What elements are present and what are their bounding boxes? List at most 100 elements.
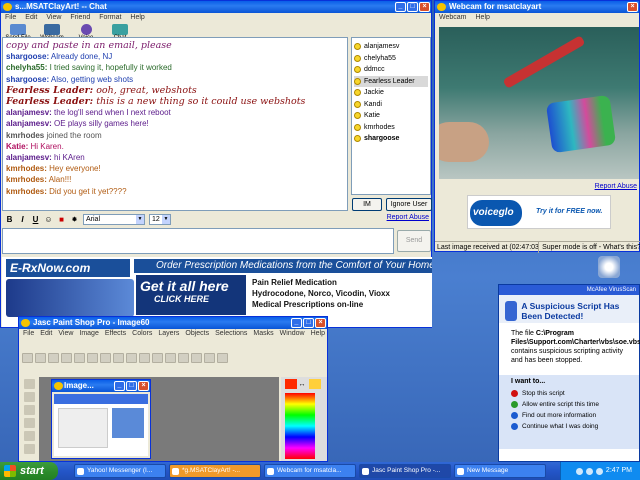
image60-titlebar[interactable]: Image... _ □ ×: [52, 380, 150, 392]
task-paint-shop-pro[interactable]: Jasc Paint Shop Pro -...: [359, 464, 451, 478]
task-new-message[interactable]: New Message: [454, 464, 546, 478]
report-abuse-link[interactable]: Report Abuse: [387, 214, 429, 221]
menu-help[interactable]: Help: [130, 13, 144, 23]
send-button[interactable]: Send: [397, 230, 431, 252]
report-abuse-link[interactable]: Report Abuse: [595, 183, 637, 190]
start-button[interactable]: start: [0, 462, 58, 480]
bold-button[interactable]: B: [5, 215, 14, 224]
allow-script-option[interactable]: Allow entire script this time: [511, 399, 627, 410]
background-color-swatch[interactable]: [309, 379, 321, 389]
new-icon[interactable]: [22, 353, 33, 363]
crop-icon[interactable]: [23, 418, 35, 428]
paste-icon[interactable]: [126, 353, 137, 363]
tray-icon[interactable]: [575, 467, 583, 475]
menu-objects[interactable]: Objects: [185, 329, 209, 351]
menu-help[interactable]: Help: [476, 13, 490, 23]
psp-titlebar[interactable]: Jasc Paint Shop Pro - Image60 _ □ ×: [19, 317, 327, 329]
move-icon[interactable]: [23, 431, 35, 441]
message-author[interactable]: Fearless Leader:: [6, 96, 93, 107]
swap-colors-icon[interactable]: ↔: [297, 381, 307, 389]
message-author[interactable]: chelyha55:: [6, 63, 47, 72]
message-author[interactable]: kmrhodes:: [6, 164, 47, 173]
ad-cta[interactable]: Get it all here CLICK HERE: [136, 275, 246, 315]
continue-option[interactable]: Continue what I was doing: [511, 421, 627, 432]
user-list-item[interactable]: chelyha55: [354, 53, 428, 65]
print-icon[interactable]: [61, 353, 72, 363]
size-select[interactable]: 12 ▼: [149, 213, 171, 225]
arrow-icon[interactable]: [23, 379, 35, 389]
open-icon[interactable]: [35, 353, 46, 363]
message-author[interactable]: kmrhodes:: [6, 187, 47, 196]
maximize-button[interactable]: □: [126, 381, 137, 391]
screen-icon[interactable]: [139, 353, 150, 363]
message-author[interactable]: shargoose:: [6, 75, 49, 84]
user-list-item[interactable]: Katie: [354, 110, 428, 122]
color-palette[interactable]: ↔: [281, 377, 327, 461]
message-author[interactable]: alanjamesv:: [6, 153, 52, 162]
menu-layers[interactable]: Layers: [158, 329, 179, 351]
foreground-color-swatch[interactable]: [285, 379, 297, 389]
desktop-shortcut-icon[interactable]: [598, 256, 620, 278]
voiceglo-banner[interactable]: voiceglo Try it for FREE now.: [467, 195, 611, 229]
deform-icon[interactable]: [23, 405, 35, 415]
link-icon[interactable]: ⁕: [70, 215, 79, 224]
minimize-button[interactable]: _: [114, 381, 125, 391]
close-button[interactable]: ×: [138, 381, 149, 391]
menu-help[interactable]: Help: [311, 329, 325, 351]
message-author[interactable]: Katie:: [6, 142, 28, 151]
zoom-icon[interactable]: [23, 392, 35, 402]
menu-edit[interactable]: Edit: [40, 329, 52, 351]
help-icon[interactable]: [217, 353, 228, 363]
menu-selections[interactable]: Selections: [215, 329, 247, 351]
more-info-option[interactable]: Find out more information: [511, 410, 627, 421]
user-list[interactable]: alanjamesv chelyha55 ddmcc Fearless Leader J…: [351, 37, 431, 195]
menu-friend[interactable]: Friend: [70, 13, 90, 23]
menu-view[interactable]: View: [58, 329, 73, 351]
color-spectrum[interactable]: [285, 393, 315, 459]
menu-format[interactable]: Format: [99, 13, 121, 23]
message-author[interactable]: Fearless Leader:: [6, 85, 93, 96]
message-author[interactable]: kmrhodes: [6, 131, 44, 140]
user-list-item[interactable]: Kandi: [354, 99, 428, 111]
font-select[interactable]: Arial ▼: [83, 213, 145, 225]
menu-webcam[interactable]: Webcam: [439, 13, 467, 23]
message-input[interactable]: [2, 228, 394, 254]
psp-workspace[interactable]: Image... _ □ ×: [39, 377, 279, 461]
user-list-item[interactable]: ddmcc: [354, 64, 428, 76]
user-list-item[interactable]: shargoose: [354, 133, 428, 145]
user-list-item[interactable]: kmrhodes: [354, 122, 428, 134]
underline-button[interactable]: U: [31, 215, 40, 224]
close-button[interactable]: ×: [627, 2, 638, 12]
tray-icon[interactable]: [585, 467, 593, 475]
grid-icon[interactable]: [204, 353, 215, 363]
status-super-mode[interactable]: Super mode is off - What's this?: [539, 242, 640, 253]
menu-image[interactable]: Image: [79, 329, 98, 351]
volume-icon[interactable]: [595, 467, 603, 475]
maximize-button[interactable]: □: [303, 318, 314, 328]
undo-icon[interactable]: [87, 353, 98, 363]
message-author[interactable]: alanjamesv:: [6, 108, 52, 117]
task-yahoo-messenger[interactable]: Yahoo! Messenger (I...: [74, 464, 166, 478]
menu-colors[interactable]: Colors: [132, 329, 152, 351]
user-list-item[interactable]: Jackie: [354, 87, 428, 99]
menu-window[interactable]: Window: [280, 329, 305, 351]
brush-icon[interactable]: [165, 353, 176, 363]
smiley-icon[interactable]: ☺: [44, 215, 53, 224]
menu-masks[interactable]: Masks: [253, 329, 273, 351]
minimize-button[interactable]: _: [291, 318, 302, 328]
ignore-user-button[interactable]: Ignore User: [386, 198, 432, 211]
menu-file[interactable]: File: [5, 13, 16, 23]
color-icon[interactable]: ■: [57, 215, 66, 224]
chat-titlebar[interactable]: s...MSATClayArt! -- Chat _ □ ×: [1, 1, 431, 13]
menu-view[interactable]: View: [46, 13, 61, 23]
minimize-button[interactable]: _: [395, 2, 406, 12]
cut-icon[interactable]: [74, 353, 85, 363]
copy-icon[interactable]: [113, 353, 124, 363]
layers-icon[interactable]: [191, 353, 202, 363]
webcam-titlebar[interactable]: Webcam for msatclayart ×: [435, 1, 639, 13]
menu-file[interactable]: File: [23, 329, 34, 351]
palette-icon[interactable]: [178, 353, 189, 363]
redo-icon[interactable]: [100, 353, 111, 363]
im-button[interactable]: IM: [352, 198, 382, 211]
menu-edit[interactable]: Edit: [25, 13, 37, 23]
